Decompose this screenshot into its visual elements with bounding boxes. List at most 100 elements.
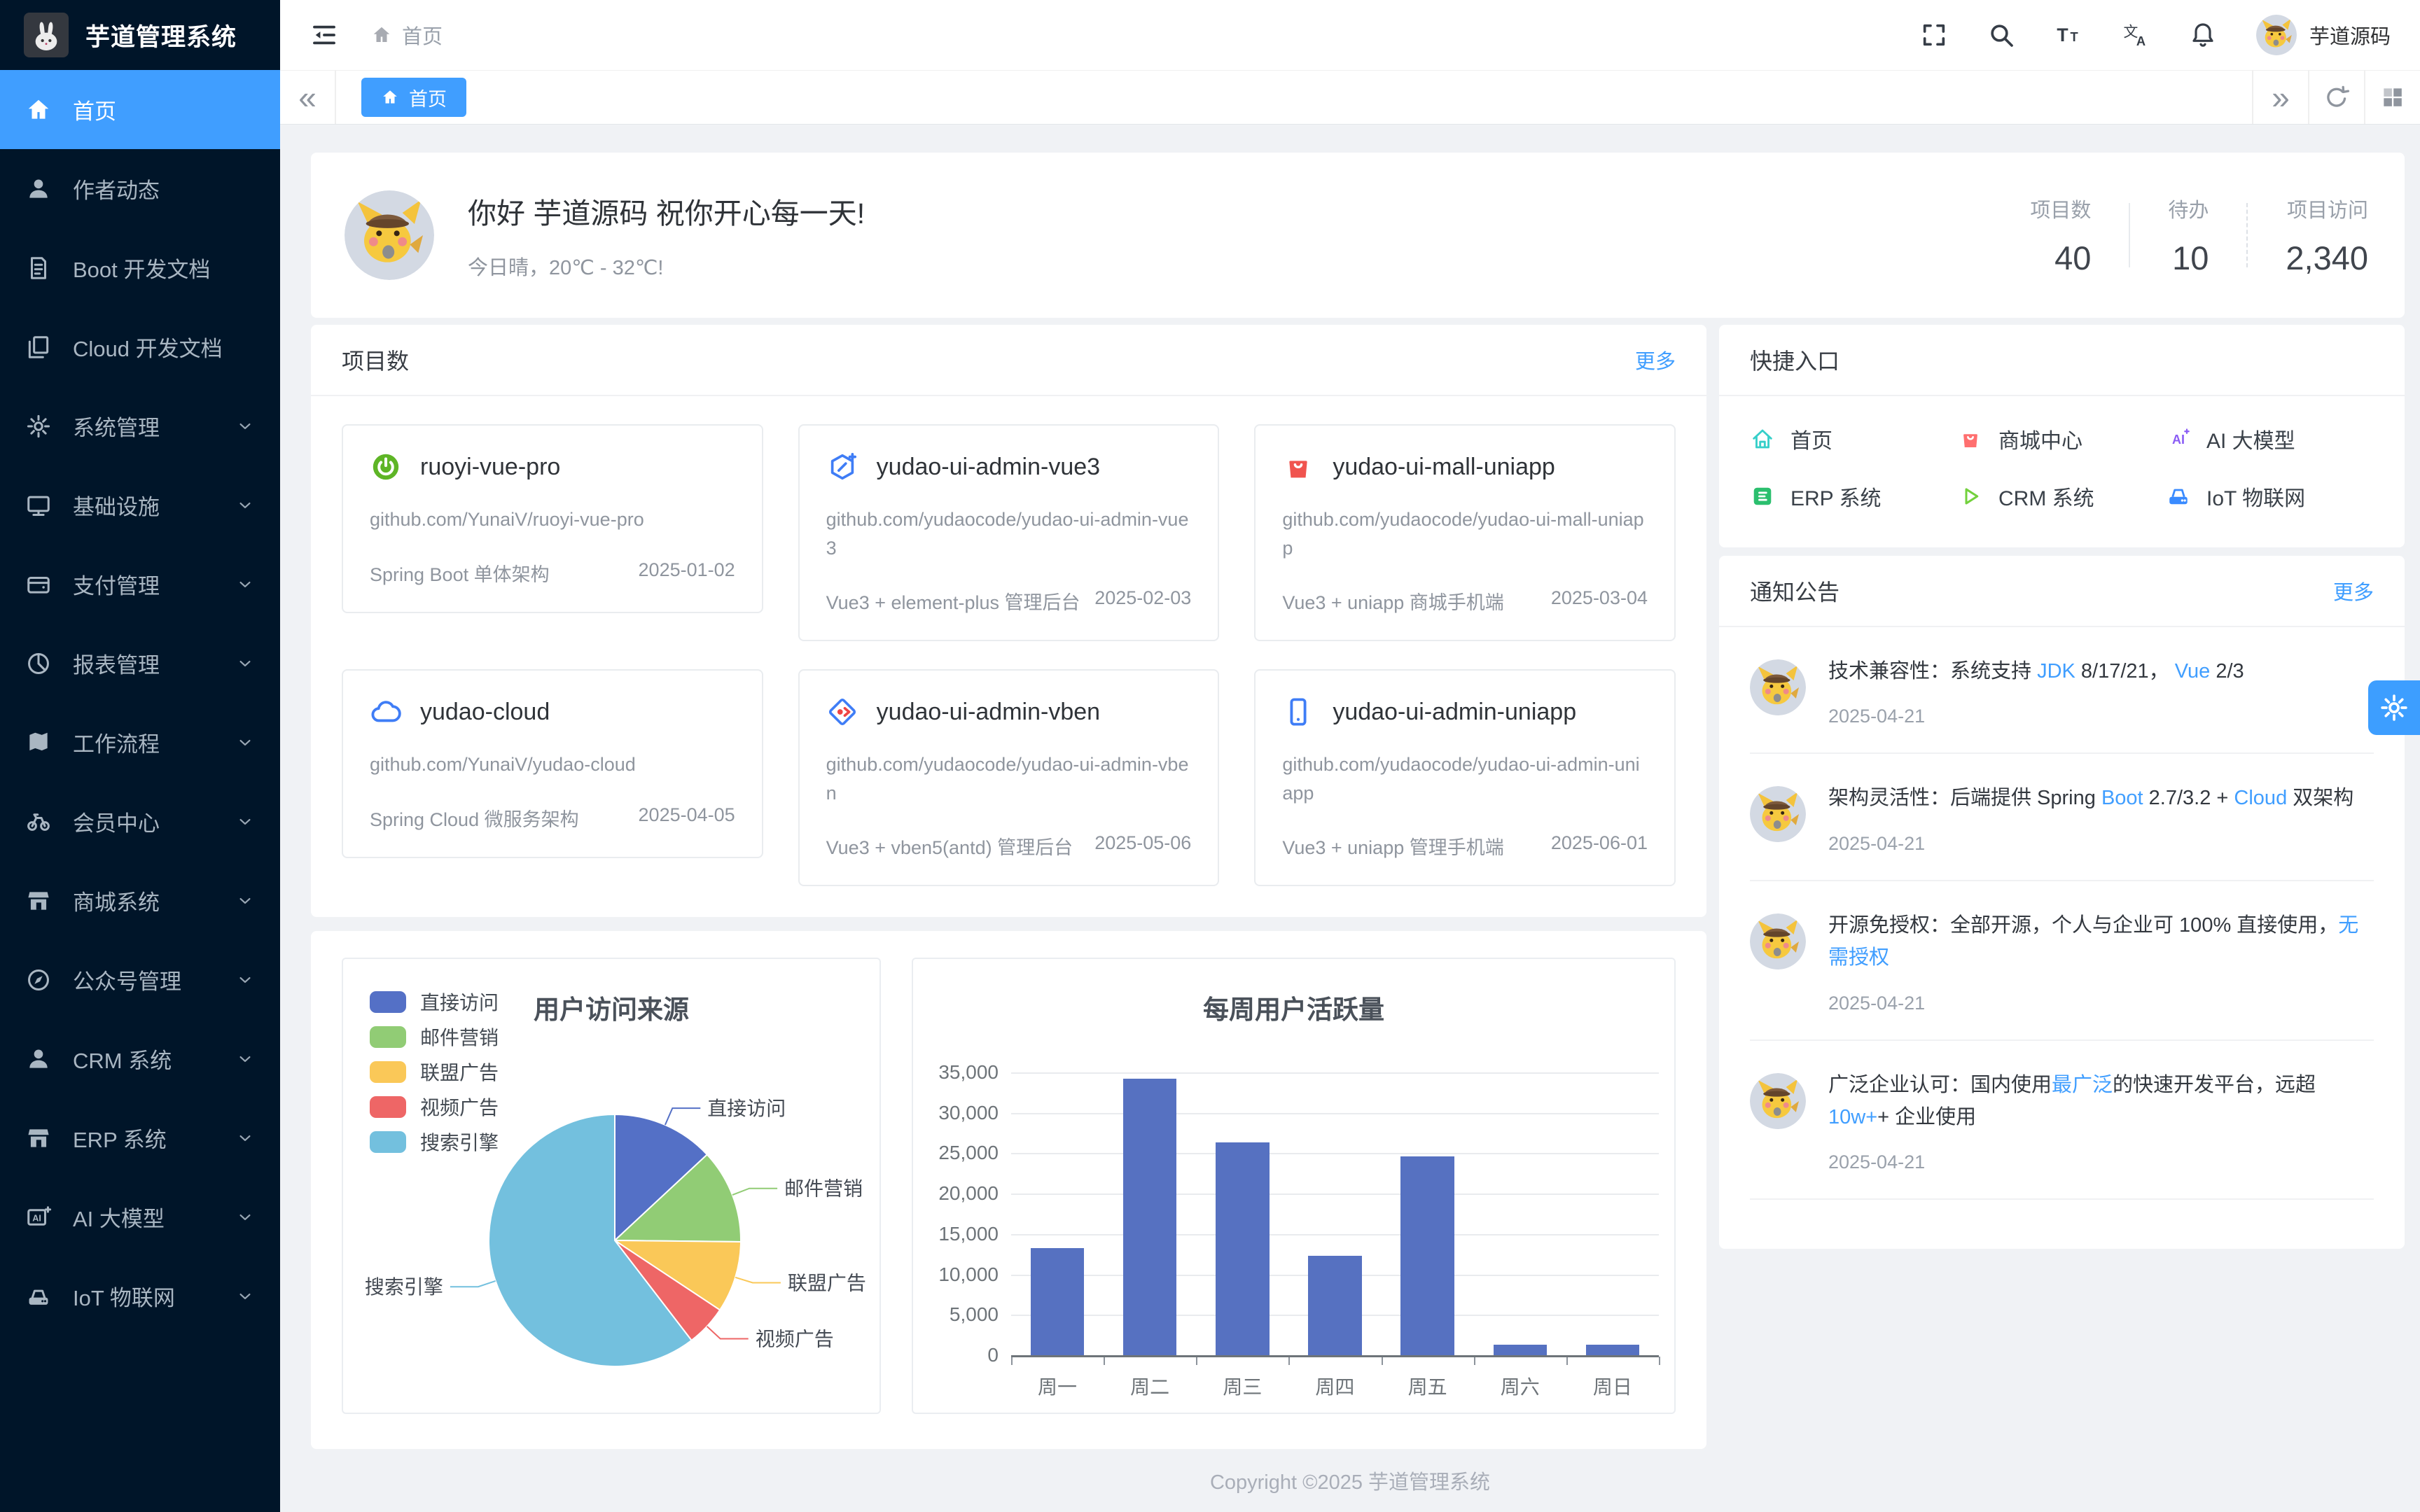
legend-swatch xyxy=(370,1061,406,1083)
quick-entry-label: AI 大模型 xyxy=(2206,424,2295,454)
phone-icon xyxy=(1282,696,1314,728)
sidebar-item-payment[interactable]: 支付管理 xyxy=(0,545,280,624)
sidebar-item-ai[interactable]: AIAI 大模型 xyxy=(0,1177,280,1256)
chevron-down-icon xyxy=(235,812,255,832)
sidebar-item-report[interactable]: 报表管理 xyxy=(0,624,280,703)
svg-text:直接访问: 直接访问 xyxy=(707,1098,786,1119)
bar[interactable] xyxy=(1216,1142,1270,1355)
fullscreen-icon[interactable] xyxy=(1920,21,1948,49)
quick-entry-home[interactable]: 首页 xyxy=(1750,416,1958,462)
tab-home[interactable]: 首页 xyxy=(361,78,466,117)
search-icon[interactable] xyxy=(1987,21,2015,49)
y-axis-label: 10,000 xyxy=(913,1264,999,1286)
stat-label: 待办 xyxy=(2168,194,2209,223)
collapse-sidebar-button[interactable] xyxy=(310,20,339,50)
sidebar-item-cloud-docs[interactable]: Cloud 开发文档 xyxy=(0,307,280,386)
sidebar-item-mp[interactable]: 公众号管理 xyxy=(0,940,280,1019)
sidebar-item-workflow[interactable]: 工作流程 xyxy=(0,703,280,782)
quick-entry-erp[interactable]: ERP 系统 xyxy=(1750,473,1958,519)
iot-icon xyxy=(25,1283,52,1310)
app-logo[interactable]: 芋道管理系统 xyxy=(0,0,280,70)
notice-item[interactable]: 开源免授权：全部开源，个人与企业可 100% 直接使用，无需授权2025-04-… xyxy=(1750,881,2374,1041)
grid-line xyxy=(1011,1072,1659,1074)
project-card[interactable]: yudao-ui-admin-uniappgithub.com/yudaocod… xyxy=(1254,669,1676,886)
language-icon[interactable]: 文A xyxy=(2122,21,2150,49)
bar[interactable] xyxy=(1031,1248,1085,1355)
logo-rabbit-image xyxy=(24,13,69,57)
notice-title: 广泛企业认可：国内使用最广泛的快速开发平台，远超 10w++ 企业使用 xyxy=(1828,1069,2374,1134)
project-date: 2025-03-04 xyxy=(1551,587,1648,615)
user-icon xyxy=(25,176,52,202)
chevron-down-icon xyxy=(235,1287,255,1306)
sidebar-item-label: 报表管理 xyxy=(73,648,160,679)
notifications-bell-icon[interactable] xyxy=(2189,21,2217,49)
bar[interactable] xyxy=(1586,1345,1640,1355)
chevron-down-icon xyxy=(235,1128,255,1148)
notices-more-link[interactable]: 更多 xyxy=(2333,576,2374,606)
quick-entry-label: CRM 系统 xyxy=(1998,481,2094,512)
sidebar-item-infra[interactable]: 基础设施 xyxy=(0,465,280,545)
quick-entry-label: ERP 系统 xyxy=(1790,481,1881,512)
sidebar-item-label: ERP 系统 xyxy=(73,1122,167,1154)
project-card[interactable]: yudao-ui-admin-vbengithub.com/yudaocode/… xyxy=(798,669,1220,886)
legend-item[interactable]: 联盟广告 xyxy=(370,1054,499,1089)
x-axis-label: 周二 xyxy=(1104,1372,1196,1400)
sidebar-item-boot-docs[interactable]: Boot 开发文档 xyxy=(0,228,280,307)
quick-entry-crm[interactable]: CRM 系统 xyxy=(1958,473,2166,519)
project-card[interactable]: yudao-ui-mall-uniappgithub.com/yudaocode… xyxy=(1254,424,1676,641)
quick-entry-iot[interactable]: IoT 物联网 xyxy=(2166,473,2374,519)
tabs-scroll-left-button[interactable]: « xyxy=(280,71,336,124)
sidebar-item-author-news[interactable]: 作者动态 xyxy=(0,149,280,228)
legend-item[interactable]: 视频广告 xyxy=(370,1089,499,1124)
bar[interactable] xyxy=(1400,1156,1454,1356)
stat-label: 项目数 xyxy=(2030,194,2091,223)
legend-item[interactable]: 搜索引擎 xyxy=(370,1124,499,1159)
sidebar-item-mall[interactable]: 商城系统 xyxy=(0,861,280,940)
bar[interactable] xyxy=(1308,1256,1362,1355)
project-desc: Spring Boot 单体架构 xyxy=(370,559,639,587)
sidebar-item-iot[interactable]: IoT 物联网 xyxy=(0,1256,280,1336)
sidebar-item-home[interactable]: 首页 xyxy=(0,70,280,149)
legend-label: 邮件营销 xyxy=(420,1023,499,1051)
user-menu[interactable]: 芋道源码 xyxy=(2256,15,2391,55)
sidebar-item-label: 基础设施 xyxy=(73,489,160,521)
project-card[interactable]: ruoyi-vue-progithub.com/YunaiV/ruoyi-vue… xyxy=(342,424,763,613)
stat-label: 项目访问 xyxy=(2286,194,2368,223)
legend-item[interactable]: 直接访问 xyxy=(370,984,499,1019)
chevron-down-icon xyxy=(235,575,255,594)
pie-chart-panel: 用户访问来源直接访问邮件营销联盟广告视频广告搜索引擎直接访问邮件营销联盟广告视频… xyxy=(342,958,881,1414)
bar[interactable] xyxy=(1494,1345,1548,1355)
project-card[interactable]: yudao-cloudgithub.com/YunaiV/yudao-cloud… xyxy=(342,669,763,858)
sidebar-item-label: 商城系统 xyxy=(73,885,160,916)
sidebar-item-crm[interactable]: CRM 系统 xyxy=(0,1019,280,1098)
sidebar-item-member[interactable]: 会员中心 xyxy=(0,782,280,861)
stat-value: 10 xyxy=(2168,239,2209,277)
sidebar-item-label: Boot 开发文档 xyxy=(73,252,210,284)
quick-entry-ai[interactable]: AIAI 大模型 xyxy=(2166,416,2374,462)
notice-date: 2025-04-21 xyxy=(1828,833,2374,855)
user-avatar xyxy=(2256,15,2297,55)
notice-item[interactable]: 技术兼容性：系统支持 JDK 8/17/21， Vue 2/32025-04-2… xyxy=(1750,627,2374,754)
notice-item[interactable]: 架构灵活性：后端提供 Spring Boot 2.7/3.2 + Cloud 双… xyxy=(1750,754,2374,881)
legend-item[interactable]: 邮件营销 xyxy=(370,1019,499,1054)
projects-more-link[interactable]: 更多 xyxy=(1635,345,1676,374)
breadcrumb: 首页 xyxy=(371,20,443,50)
font-size-icon[interactable]: TT xyxy=(2054,21,2082,49)
welcome-greeting: 你好 芋道源码 祝你开心每一天! xyxy=(468,190,865,232)
notice-item[interactable]: 广泛企业认可：国内使用最广泛的快速开发平台，远超 10w++ 企业使用2025-… xyxy=(1750,1041,2374,1200)
project-date: 2025-01-02 xyxy=(639,559,735,587)
sidebar-item-system[interactable]: 系统管理 xyxy=(0,386,280,465)
refresh-tab-button[interactable] xyxy=(2308,71,2364,124)
project-card[interactable]: yudao-ui-admin-vue3github.com/yudaocode/… xyxy=(798,424,1220,641)
bag-icon xyxy=(1958,426,1983,451)
tabs-scroll-right-button[interactable]: » xyxy=(2252,71,2308,124)
chevron-down-icon xyxy=(235,1049,255,1069)
pie-legend: 直接访问邮件营销联盟广告视频广告搜索引擎 xyxy=(370,984,499,1159)
tab-layout-button[interactable] xyxy=(2364,71,2420,124)
sidebar-item-erp[interactable]: ERP 系统 xyxy=(0,1098,280,1177)
chevron-down-icon xyxy=(235,496,255,515)
svg-text:邮件营销: 邮件营销 xyxy=(784,1178,863,1200)
settings-fab-button[interactable] xyxy=(2368,680,2420,735)
bar[interactable] xyxy=(1123,1079,1177,1355)
quick-entry-mall[interactable]: 商城中心 xyxy=(1958,416,2166,462)
